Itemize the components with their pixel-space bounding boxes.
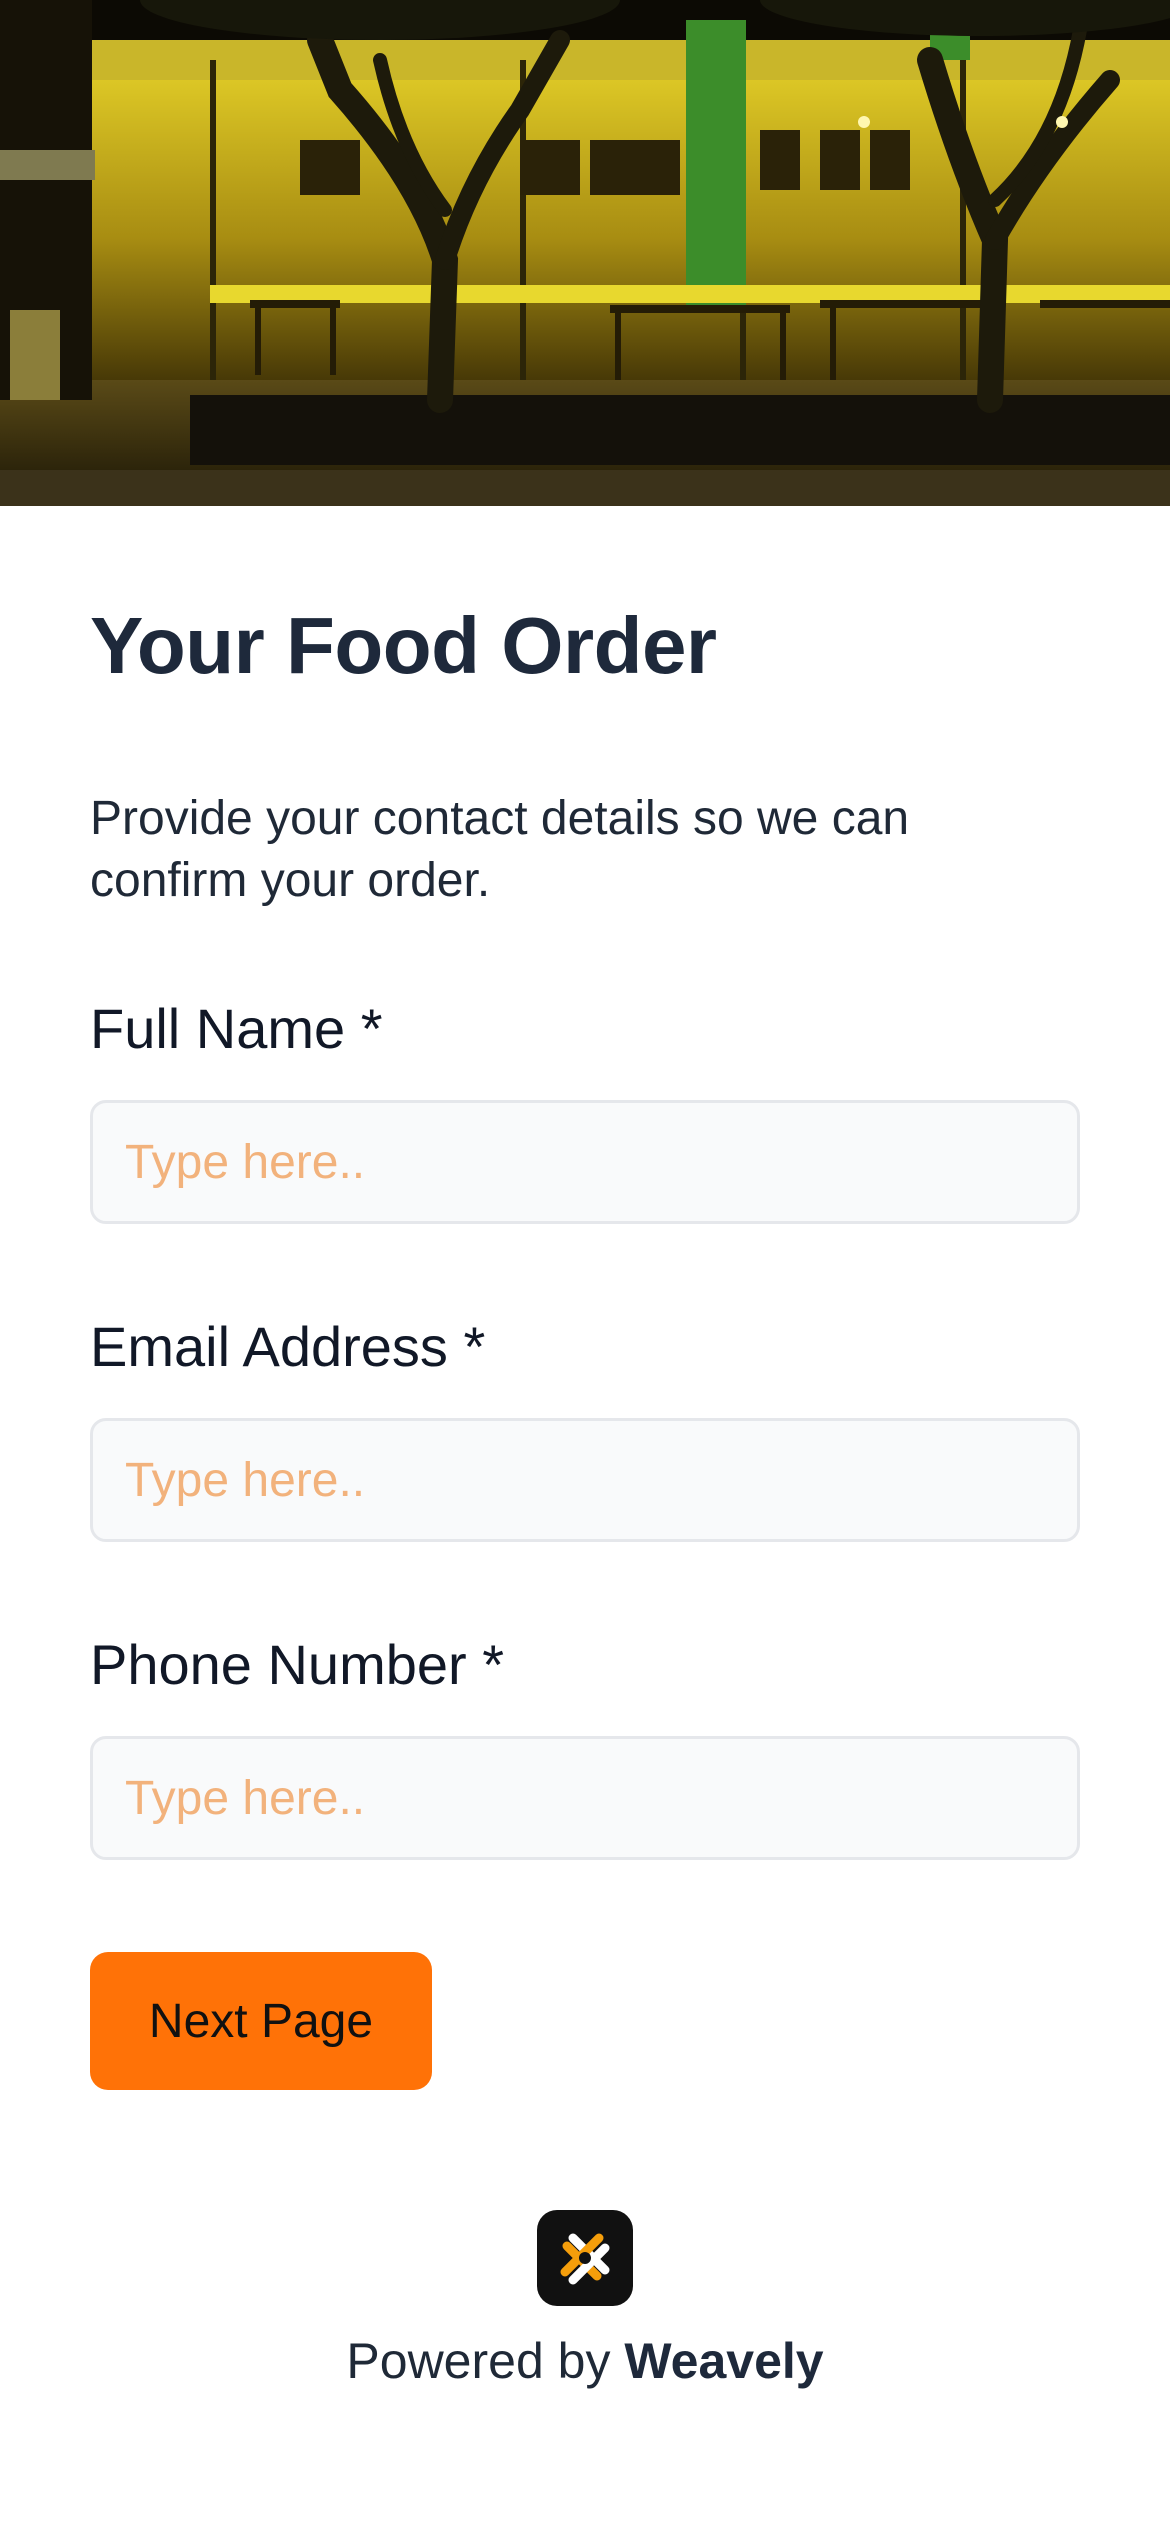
brand-name: Weavely: [624, 2333, 824, 2389]
full-name-input[interactable]: [90, 1100, 1080, 1224]
powered-by-label: Powered by: [346, 2333, 611, 2389]
form-description: Provide your contact details so we can c…: [90, 792, 910, 907]
full-name-label: Full Name *: [90, 997, 383, 1060]
page-title: Your Food Order: [90, 601, 717, 690]
next-page-button[interactable]: Next Page: [90, 1952, 432, 2090]
phone-number-input[interactable]: [90, 1736, 1080, 1860]
email-address-label: Email Address *: [90, 1315, 486, 1378]
weavely-logo-icon[interactable]: [537, 2210, 633, 2306]
email-address-input[interactable]: [90, 1418, 1080, 1542]
header-image: [0, 0, 1170, 506]
powered-by-text[interactable]: Powered by Weavely: [0, 2332, 1170, 2390]
phone-number-label: Phone Number *: [90, 1633, 505, 1696]
